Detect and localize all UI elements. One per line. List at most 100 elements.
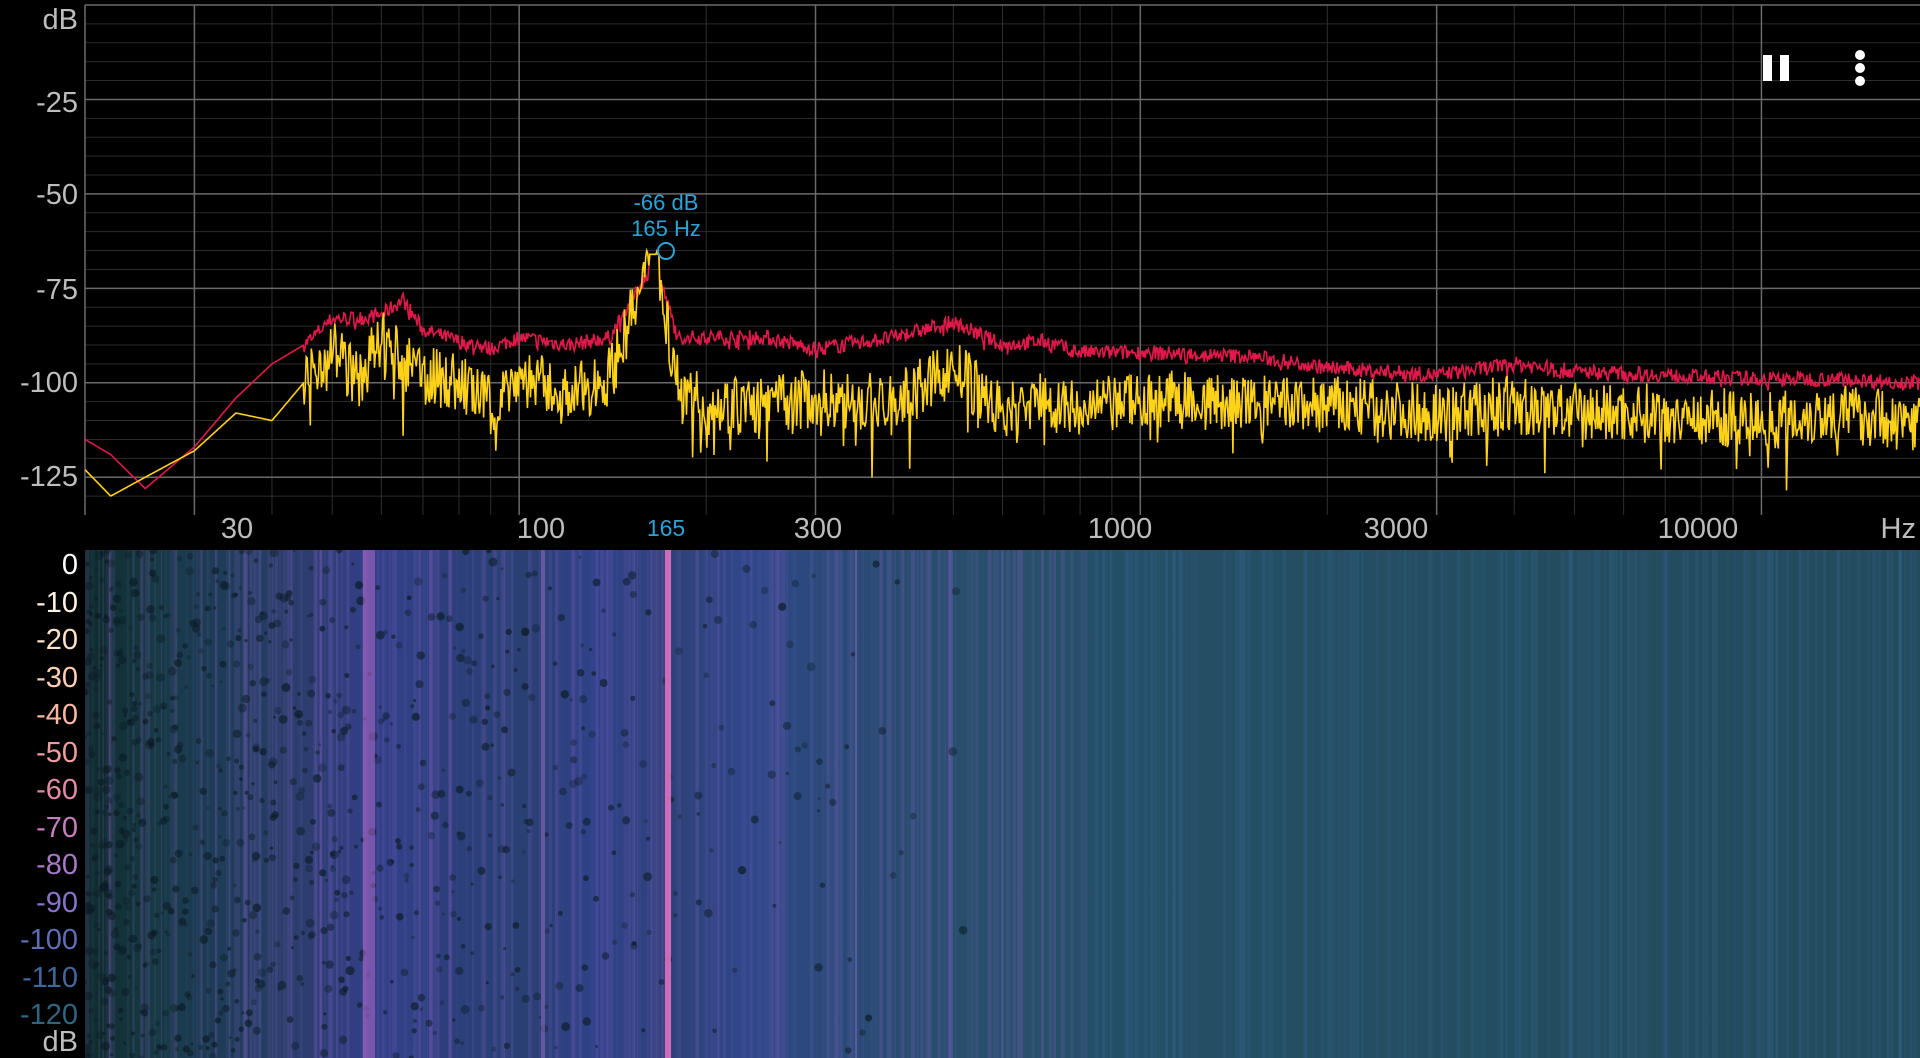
spectrogram-streak: [1399, 550, 1402, 1058]
spectrogram-streak: [545, 550, 547, 1058]
pause-button[interactable]: [1753, 44, 1801, 92]
spectrogram-speckle: [244, 790, 249, 795]
spectrogram-speckle: [253, 558, 259, 564]
spectrogram-speckle: [340, 726, 349, 735]
spectrogram-speckle: [174, 849, 183, 858]
spectrogram-streak: [547, 550, 550, 1058]
spectrogram-streak: [207, 550, 210, 1058]
spectrogram-streak: [764, 550, 767, 1058]
spectrogram-streak: [413, 550, 418, 1058]
spectrogram-speckle: [249, 680, 256, 687]
spectrogram-speckle: [310, 850, 314, 855]
spectrogram-streak: [289, 550, 293, 1058]
spectrogram-speckle: [252, 743, 261, 752]
spectrogram-speckle: [222, 1004, 230, 1013]
spectrogram-speckle: [105, 908, 113, 916]
spectrogram-streak: [1485, 550, 1487, 1058]
spectrogram-speckle: [339, 987, 348, 996]
spectrogram-streak: [404, 550, 407, 1058]
spectrogram-streak: [1881, 550, 1884, 1058]
spectrogram-streak: [1476, 550, 1479, 1058]
spectrogram-streak: [1343, 550, 1347, 1058]
spectrogram-speckle: [176, 628, 181, 633]
spectrogram-speckle: [95, 612, 102, 619]
spectrogram-speckle: [101, 809, 108, 816]
spectrogram-streak: [862, 550, 864, 1058]
spectrogram-speckle: [278, 715, 288, 724]
spectrogram-speckle: [108, 989, 117, 997]
scale-tick: -100: [19, 924, 78, 956]
spectrogram-speckle: [244, 639, 248, 643]
spectrogram-speckle: [97, 778, 105, 786]
spectrogram-speckle: [86, 609, 92, 615]
spectrogram-speckle: [404, 609, 412, 616]
spectrogram-speckle: [215, 869, 222, 877]
spectrogram-speckle: [435, 953, 441, 959]
spectrogram-streak: [1223, 550, 1227, 1058]
spectrogram-speckle: [441, 768, 446, 772]
spectrogram-speckle: [319, 598, 327, 606]
spectrogram-speckle: [160, 702, 168, 710]
spectrogram-speckle: [155, 736, 162, 743]
spectrogram-speckle: [772, 903, 777, 908]
spectrogram-speckle: [878, 727, 887, 735]
spectrogram-streak: [1695, 550, 1699, 1058]
more-options-button[interactable]: [1836, 44, 1884, 92]
spectrogram-streak: [1577, 550, 1579, 1058]
spectrogram-speckle: [166, 932, 171, 937]
spectrogram-speckle: [415, 807, 421, 812]
spectrogram-speckle: [118, 1007, 124, 1014]
spectrogram-speckle: [151, 930, 156, 935]
spectrogram-streak: [382, 550, 386, 1058]
spectrogram-speckle: [452, 646, 457, 650]
spectrogram-speckle: [88, 908, 94, 915]
spectrogram-streak: [762, 550, 765, 1058]
spectrogram-speckle: [206, 672, 212, 679]
spectrogram-speckle: [183, 922, 188, 927]
spectrogram-speckle: [451, 890, 455, 894]
spectrogram-speckle: [512, 922, 520, 929]
spectrogram-speckle: [327, 803, 333, 809]
spectrogram-streak: [1129, 550, 1131, 1058]
spectrogram-speckle: [521, 803, 527, 809]
spectrogram-speckle: [384, 737, 390, 743]
spectrogram-speckle: [347, 808, 353, 814]
spectrogram-speckle: [234, 758, 240, 764]
spectrogram-speckle: [570, 739, 578, 746]
spectrogram-streak: [679, 550, 681, 1058]
spectrogram-speckle: [675, 647, 683, 656]
spectrogram-streak: [483, 550, 487, 1058]
spectrogram-speckle: [517, 647, 521, 652]
spectrogram-speckle: [456, 916, 461, 921]
spectrogram-speckle: [163, 784, 168, 789]
spectrogram-speckle: [247, 663, 254, 670]
spectrogram-speckle: [147, 710, 153, 717]
spectrogram-streak: [1686, 550, 1689, 1058]
spectrogram-speckle: [456, 653, 465, 663]
spectrogram-speckle: [212, 567, 220, 575]
spectrogram-speckle: [112, 594, 122, 603]
spectrogram-speckle: [419, 759, 427, 767]
spectrogram-streak: [1562, 550, 1565, 1058]
spectrogram-speckle: [241, 1011, 245, 1015]
spectrogram-speckle: [281, 683, 291, 692]
spectrogram-speckle: [427, 613, 436, 621]
spectrogram-streak: [1756, 550, 1761, 1058]
spectrogram-speckle: [295, 792, 305, 801]
analyzer-app: dB -25 -50 -75 -100 -125 30 100 300 1000…: [0, 0, 1920, 1058]
spectrogram-speckle: [607, 804, 615, 811]
spectrogram-speckle: [580, 829, 586, 835]
spectrogram-speckle: [622, 816, 631, 825]
spectrogram-speckle: [410, 704, 415, 709]
spectrogram-streak: [1070, 550, 1074, 1058]
spectrogram-streak: [1229, 550, 1231, 1058]
spectrogram-speckle: [217, 806, 222, 811]
spectrogram-speckle: [208, 592, 212, 597]
spectrogram-speckle: [329, 866, 336, 873]
spectrogram-speckle: [138, 702, 142, 706]
spectrogram-speckle: [463, 656, 472, 665]
spectrogram-speckle: [454, 1038, 461, 1044]
spectrogram-speckle: [110, 605, 116, 611]
spectrogram-speckle: [449, 712, 457, 720]
spectrogram-streak: [201, 550, 203, 1058]
